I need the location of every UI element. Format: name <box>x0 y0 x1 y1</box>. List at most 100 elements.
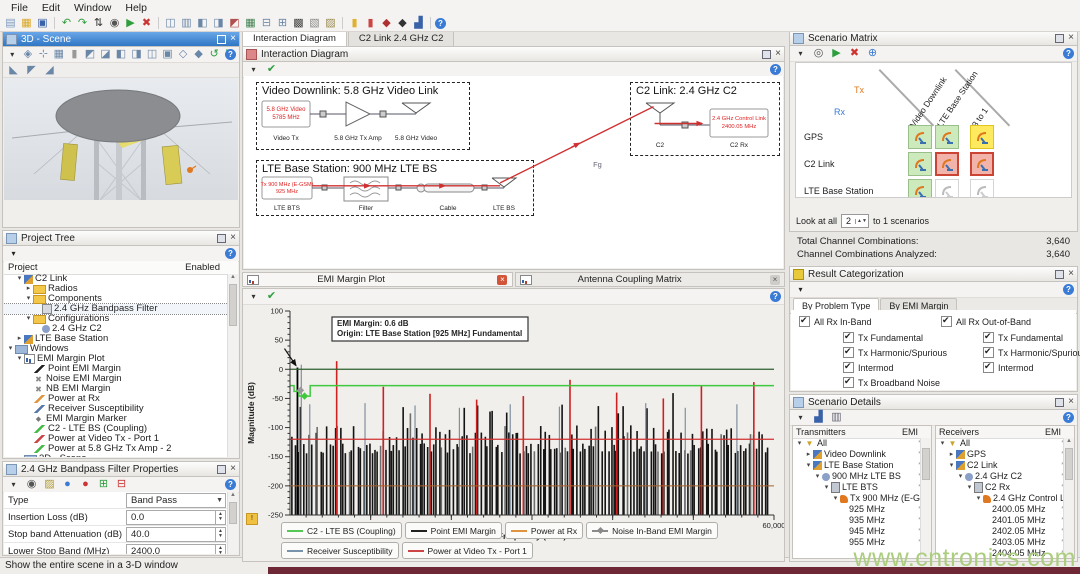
view-back-icon[interactable]: ◨ <box>130 48 143 62</box>
dropdown-icon[interactable]: ▾ <box>6 247 21 261</box>
collapse-arrow-icon[interactable]: ▾ <box>813 471 822 482</box>
matrix-cell-c2-link-1[interactable] <box>935 152 959 176</box>
checkbox-out-of-band-intermod[interactable]: Intermod <box>983 362 1034 373</box>
checkbox-icon[interactable] <box>983 332 994 343</box>
checkbox-icon[interactable] <box>983 362 994 373</box>
thermometer-icon[interactable]: ▮ <box>68 48 81 62</box>
expand-arrow-icon[interactable]: ▸ <box>24 284 33 294</box>
save-icon[interactable]: ▣ <box>35 16 50 30</box>
checkbox-icon[interactable] <box>843 347 854 358</box>
scene3d-viewport[interactable] <box>4 78 238 226</box>
close-icon[interactable]: × <box>230 34 236 44</box>
scenario-details-titlebar[interactable]: Scenario Details × <box>790 395 1077 410</box>
tab-emi-margin-plot[interactable]: EMI Margin Plot× <box>242 272 513 287</box>
settings-icon[interactable]: ▥ <box>829 411 844 425</box>
checkbox-icon[interactable] <box>843 377 854 388</box>
matrix-cell-c2-link-2[interactable] <box>970 152 994 176</box>
collapse-arrow-icon[interactable]: ▾ <box>15 274 24 284</box>
edit-icon[interactable]: ▨ <box>42 478 57 492</box>
tree-item[interactable]: ▾LTE Base Station* <box>793 460 922 471</box>
column-enabled[interactable]: Enabled <box>185 262 234 273</box>
checkbox-out-of-band-tx-fundamental[interactable]: Tx Fundamental <box>983 332 1063 343</box>
window-float-icon[interactable]: ◫ <box>163 16 178 30</box>
emi-plot-canvas[interactable]: 100500-50-100-150-200-25010,00020,00030,… <box>244 305 784 544</box>
interaction-diagram-titlebar[interactable]: Interaction Diagram × <box>243 47 784 62</box>
tree-item[interactable]: ▾▼All* <box>793 438 922 449</box>
dropdown-icon[interactable]: ▾ <box>246 63 261 77</box>
help-icon[interactable]: ? <box>1063 412 1074 423</box>
result-categorization-titlebar[interactable]: Result Categorization × <box>790 267 1077 282</box>
plane-yz-icon[interactable]: ◢ <box>42 63 57 77</box>
column-project[interactable]: Project <box>8 262 38 273</box>
collapse-arrow-icon[interactable]: ▾ <box>822 482 831 493</box>
balance-icon[interactable]: ◆ <box>395 16 410 30</box>
view-right-icon[interactable]: ▣ <box>161 48 174 62</box>
tree-item[interactable]: ▾C2 Link* <box>936 460 1065 471</box>
tree-item[interactable]: ▾Configurations <box>4 314 228 324</box>
checkbox-icon[interactable] <box>799 316 810 327</box>
legend-c2-lte-bs-coupling-[interactable]: C2 - LTE BS (Coupling) <box>281 522 402 539</box>
property-dropdown[interactable]: Band Pass▼ <box>126 493 226 508</box>
probe-icon[interactable]: ▮ <box>347 16 362 30</box>
help-icon[interactable]: ? <box>435 18 446 29</box>
view-left-icon[interactable]: ◫ <box>146 48 159 62</box>
pin-icon[interactable] <box>762 50 771 59</box>
layout-grid-icon[interactable]: ▦ <box>243 16 258 30</box>
close-icon[interactable]: × <box>230 233 236 243</box>
transmitters-header[interactable]: Transmitters <box>796 427 846 437</box>
checkbox-icon[interactable] <box>843 362 854 373</box>
view-bottom-icon[interactable]: ◆ <box>192 48 205 62</box>
collapse-arrow-icon[interactable]: ▾ <box>24 314 33 324</box>
collapse-arrow-icon[interactable]: ▾ <box>795 438 804 449</box>
tree-item[interactable]: 3D - Scene <box>4 454 228 457</box>
tab-interaction-diagram[interactable]: Interaction Diagram <box>242 30 347 46</box>
expand-arrow-icon[interactable]: ▸ <box>804 449 813 460</box>
info-icon[interactable]: ● <box>60 478 75 492</box>
open-icon[interactable]: ▦ <box>19 16 34 30</box>
axes-icon[interactable]: ⊹ <box>37 48 50 62</box>
tree-item[interactable]: 2400.05 MHz* <box>936 504 1065 515</box>
collapse-arrow-icon[interactable]: ▾ <box>24 294 33 304</box>
rotate-ccw-icon[interactable]: ↺ <box>208 48 221 62</box>
matrix-cell-lte-base-station-2[interactable] <box>970 179 994 198</box>
checkbox-all-rx-out-of-band[interactable]: All Rx Out-of-Band <box>941 316 1031 327</box>
tree-item[interactable]: 2402.05 MHz* <box>936 526 1065 537</box>
dropdown-icon[interactable]: ▾ <box>793 411 808 425</box>
collapse-arrow-icon[interactable]: ▾ <box>947 460 956 471</box>
matrix-cell-lte-base-station-1[interactable] <box>935 179 959 198</box>
plane-xz-icon[interactable]: ◤ <box>24 63 39 77</box>
video-downlink-block[interactable]: Video Downlink: 5.8 GHz Video Link 5.8 G… <box>256 82 470 150</box>
layout-corner-icon[interactable]: ◩ <box>227 16 242 30</box>
dropdown-icon[interactable]: ▾ <box>246 290 261 304</box>
checkbox-icon[interactable] <box>843 332 854 343</box>
checkbox-icon[interactable] <box>983 347 994 358</box>
c2-link-block[interactable]: C2 Link: 2.4 GHz C2 2.4 GHz Control Link… <box>630 82 780 156</box>
find-icon[interactable]: ◉ <box>24 478 39 492</box>
tree-item[interactable]: 2.4 GHz Bandpass Filter <box>4 304 228 314</box>
receivers-scrollbar[interactable]: ▲ <box>1063 438 1074 558</box>
tree-item[interactable]: ▾Tx 900 MHz (E-GSM)* <box>793 493 922 504</box>
help-icon[interactable]: ? <box>770 64 781 75</box>
legend-point-emi-margin[interactable]: Point EMI Margin <box>405 522 502 539</box>
orientation-icon[interactable]: ◈ <box>22 48 35 62</box>
tree-item[interactable]: ✖NB EMI Margin <box>4 384 228 394</box>
abort-icon[interactable]: ✖ <box>139 16 154 30</box>
menu-window[interactable]: Window <box>67 2 118 14</box>
close-icon[interactable]: × <box>1068 269 1074 279</box>
matrix-cell-gps-1[interactable] <box>935 125 959 149</box>
lte-base-station-block[interactable]: LTE Base Station: 900 MHz LTE BS Tx 900 … <box>256 160 534 216</box>
matrix-cell-c2-link-0[interactable] <box>908 152 932 176</box>
layout-left-icon[interactable]: ◧ <box>195 16 210 30</box>
tree-item[interactable]: ▾C2 Link <box>4 274 228 284</box>
checkbox-out-of-band-tx-harmonic-spurious[interactable]: Tx Harmonic/Spurious <box>983 347 1080 358</box>
scene3d-titlebar[interactable]: 3D - Scene × <box>3 32 239 47</box>
receivers-emi-column[interactable]: EMI <box>1045 427 1071 437</box>
new-icon[interactable]: ▤ <box>3 16 18 30</box>
filter-properties-titlebar[interactable]: 2.4 GHz Bandpass Filter Properties × <box>3 462 239 477</box>
checkbox-icon[interactable] <box>941 316 952 327</box>
view-iso-ne-icon[interactable]: ◩ <box>84 48 97 62</box>
collapse-arrow-icon[interactable]: ▾ <box>804 460 813 471</box>
collapse-arrow-icon[interactable]: ▾ <box>938 438 947 449</box>
transmitters-emi-column[interactable]: EMI <box>902 427 928 437</box>
project-tree-scrollbar[interactable]: ▲ <box>227 274 238 457</box>
